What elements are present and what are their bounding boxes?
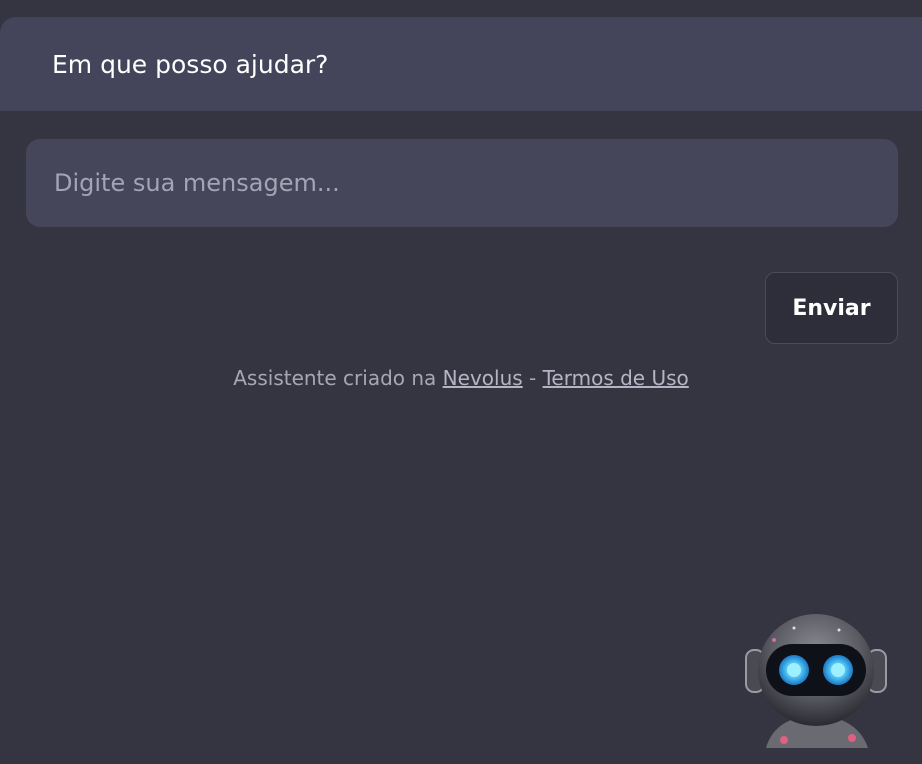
- message-input-container[interactable]: [26, 139, 898, 227]
- footer-prefix: Assistente criado na: [233, 366, 437, 390]
- message-input[interactable]: [26, 139, 898, 227]
- terms-link[interactable]: Termos de Uso: [543, 366, 689, 390]
- robot-avatar-svg: [745, 614, 887, 748]
- header-title: Em que posso ajudar?: [52, 49, 329, 79]
- footer-separator: -: [529, 366, 537, 390]
- robot-avatar-icon[interactable]: [744, 610, 889, 748]
- footer-attribution: Assistente criado na Nevolus - Termos de…: [0, 366, 922, 390]
- nevolus-link[interactable]: Nevolus: [443, 366, 523, 390]
- chat-header: Em que posso ajudar?: [0, 17, 922, 111]
- send-button[interactable]: Enviar: [765, 272, 898, 344]
